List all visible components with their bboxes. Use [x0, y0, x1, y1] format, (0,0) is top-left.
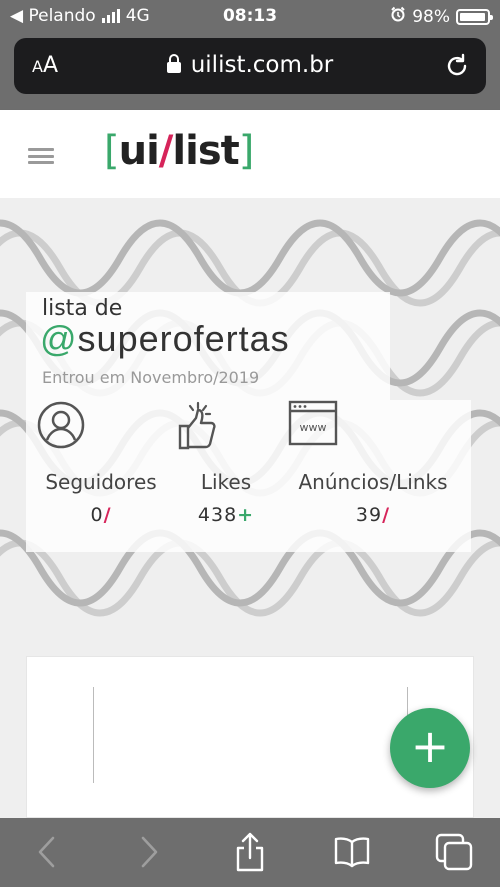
stat-label: Likes	[200, 470, 252, 494]
share-icon[interactable]	[230, 832, 270, 872]
stat-likes[interactable]: Likes 438+	[176, 400, 276, 526]
site-logo[interactable]: [ui/list]	[104, 128, 254, 174]
battery-percent: 98%	[412, 6, 450, 27]
www-label: www	[300, 421, 327, 434]
stat-value: 0/	[90, 504, 112, 526]
stat-label: Seguidores	[45, 470, 157, 494]
status-bar: ◀ Pelando 4G 08:13 98%	[0, 0, 500, 32]
safari-toolbar	[0, 818, 500, 887]
address-bar[interactable]: AA uilist.com.br	[14, 38, 486, 94]
stat-followers[interactable]: Seguidores 0/	[36, 400, 166, 526]
stat-value: 438+	[197, 504, 255, 526]
alarm-icon	[390, 6, 406, 27]
stat-listings[interactable]: www Anúncios/Links 39/	[288, 400, 458, 526]
forward-icon[interactable]	[128, 832, 168, 872]
browser-www-icon: www	[288, 400, 458, 462]
url-display[interactable]: uilist.com.br	[14, 52, 486, 78]
joined-date: Entrou em Novembro/2019	[42, 368, 260, 387]
profile-handle: @superofertas	[40, 318, 290, 359]
reload-icon[interactable]	[444, 53, 470, 86]
lock-icon	[166, 54, 181, 73]
user-circle-icon	[36, 400, 166, 462]
status-right: 98%	[390, 6, 493, 27]
stat-label: Anúncios/Links	[298, 470, 448, 494]
bookmarks-icon[interactable]	[332, 832, 372, 872]
plus-icon: +	[410, 719, 450, 773]
url-text: uilist.com.br	[190, 52, 334, 78]
safari-url-area: AA uilist.com.br	[0, 32, 500, 110]
profile-card: lista de @superofertas Entrou em Novembr…	[26, 292, 390, 400]
divider-left	[93, 687, 94, 783]
back-icon[interactable]	[28, 832, 68, 872]
profile-hero: lista de @superofertas Entrou em Novembr…	[0, 198, 500, 628]
hamburger-icon[interactable]	[28, 148, 54, 164]
site-header: [ui/list]	[0, 110, 500, 198]
add-button[interactable]: +	[390, 708, 470, 788]
thumbs-up-icon	[176, 400, 276, 462]
tabs-icon[interactable]	[434, 832, 474, 872]
stats-card: Seguidores 0/ Likes 438+ www Anúncios/Li…	[26, 400, 471, 552]
battery-icon	[456, 8, 493, 25]
stat-value: 39/	[355, 504, 391, 526]
